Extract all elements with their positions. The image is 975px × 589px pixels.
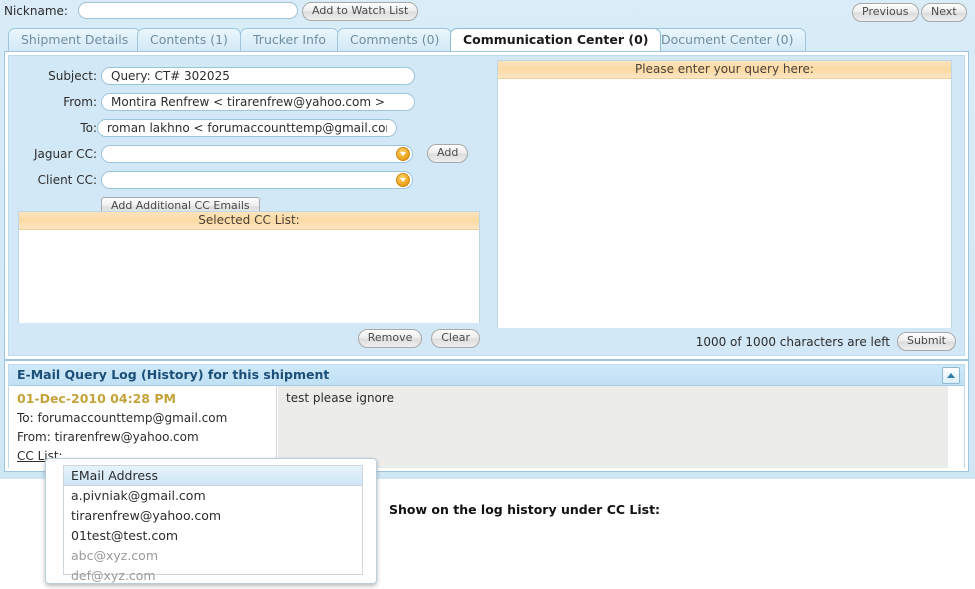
communication-center-panel: Subject: From: To: Jaguar CC: [4,51,969,360]
to-input[interactable] [97,119,397,137]
email-address-list: EMail Address a.pivniak@gmail.com tirare… [63,465,363,583]
table-row: 01-Dec-2010 04:28 PM To: forumaccounttem… [9,386,964,468]
from-row: From: [9,93,479,115]
client-cc-label: Client CC: [37,173,97,187]
tab-bar: Shipment Details Contents (1) Trucker In… [0,28,975,52]
query-header: Please enter your query here: [498,61,951,79]
selected-cc-list-header: Selected CC List: [19,212,479,230]
selected-cc-list-body[interactable] [19,230,479,323]
chevron-down-icon[interactable] [396,173,410,187]
tab-comments[interactable]: Comments (0) [337,28,453,51]
tab-trucker-info[interactable]: Trucker Info [240,28,339,51]
from-input[interactable] [101,93,415,111]
query-textarea[interactable] [498,79,951,328]
jaguar-cc-row: Jaguar CC: Add [9,144,479,167]
client-cc-row: Client CC: [9,171,479,193]
previous-button[interactable]: Previous [852,3,919,22]
chevron-down-icon[interactable] [396,147,410,161]
jaguar-cc-label: Jaguar CC: [33,147,97,161]
top-toolbar: Nickname: Add to Watch List Previous Nex… [0,0,975,26]
query-compose-section: Please enter your query here: 1000 of 10… [493,56,963,355]
email-address-column-header: EMail Address [64,466,362,486]
log-entry-to: To: forumaccounttemp@gmail.com [17,411,228,425]
cc-list-actions: Remove Clear [353,329,480,348]
communication-center-inner: Subject: From: To: Jaguar CC: [8,55,965,356]
query-box: Please enter your query here: [497,60,952,328]
list-item[interactable]: tirarenfrew@yahoo.com [64,506,362,526]
clear-button[interactable]: Clear [431,329,480,348]
tab-shipment-details[interactable]: Shipment Details [8,28,142,51]
query-footer: 1000 of 1000 characters are left Submit [696,332,956,351]
log-entry-message: test please ignore [277,386,948,468]
submit-button[interactable]: Submit [896,332,956,351]
subject-input[interactable] [101,67,415,85]
nickname-input[interactable] [78,2,298,19]
to-label: To: [80,121,97,135]
log-entry-date: 01-Dec-2010 04:28 PM [17,391,176,406]
next-button[interactable]: Next [921,3,967,22]
list-item[interactable]: a.pivniak@gmail.com [64,486,362,506]
add-cc-button[interactable]: Add [427,144,469,163]
log-entry-meta: 01-Dec-2010 04:28 PM To: forumaccounttem… [9,386,277,468]
jaguar-cc-combobox[interactable] [101,145,413,163]
tab-contents[interactable]: Contents (1) [137,28,241,51]
subject-row: Subject: [9,67,479,89]
email-query-log-inner: E-Mail Query Log (History) for this ship… [8,364,965,468]
nickname-label: Nickname: [4,4,68,18]
tab-document-center[interactable]: Document Center (0) [648,28,807,51]
list-item[interactable]: 01test@test.com [64,526,362,546]
character-count-label: 1000 of 1000 characters are left [695,334,890,349]
to-row: To: [9,119,479,141]
tab-communication-center[interactable]: Communication Center (0) [450,28,662,51]
jaguar-cc-input[interactable] [102,146,392,162]
log-scroll-column [948,386,964,468]
email-query-log-header: E-Mail Query Log (History) for this ship… [9,365,964,386]
email-query-log-title: E-Mail Query Log (History) for this ship… [17,367,330,382]
chevron-up-icon[interactable] [942,367,960,384]
add-to-watch-list-button[interactable]: Add to Watch List [302,2,419,21]
list-item[interactable]: abc@xyz.com [64,546,362,566]
email-address-popup: EMail Address a.pivniak@gmail.com tirare… [45,458,377,584]
application-background: Nickname: Add to Watch List Previous Nex… [0,0,975,479]
selected-cc-list-box: Selected CC List: [18,211,480,323]
email-compose-form: Subject: From: To: Jaguar CC: [9,56,491,355]
email-query-log-panel: E-Mail Query Log (History) for this ship… [4,360,969,472]
subject-label: Subject: [48,69,97,83]
list-item[interactable]: def@xyz.com [64,566,362,586]
log-entry-from: From: tirarenfrew@yahoo.com [17,430,199,444]
annotation-text: Show on the log history under CC List: [389,502,661,517]
from-label: From: [63,95,97,109]
client-cc-combobox[interactable] [101,171,413,189]
remove-button[interactable]: Remove [357,329,423,348]
client-cc-input[interactable] [102,172,392,188]
